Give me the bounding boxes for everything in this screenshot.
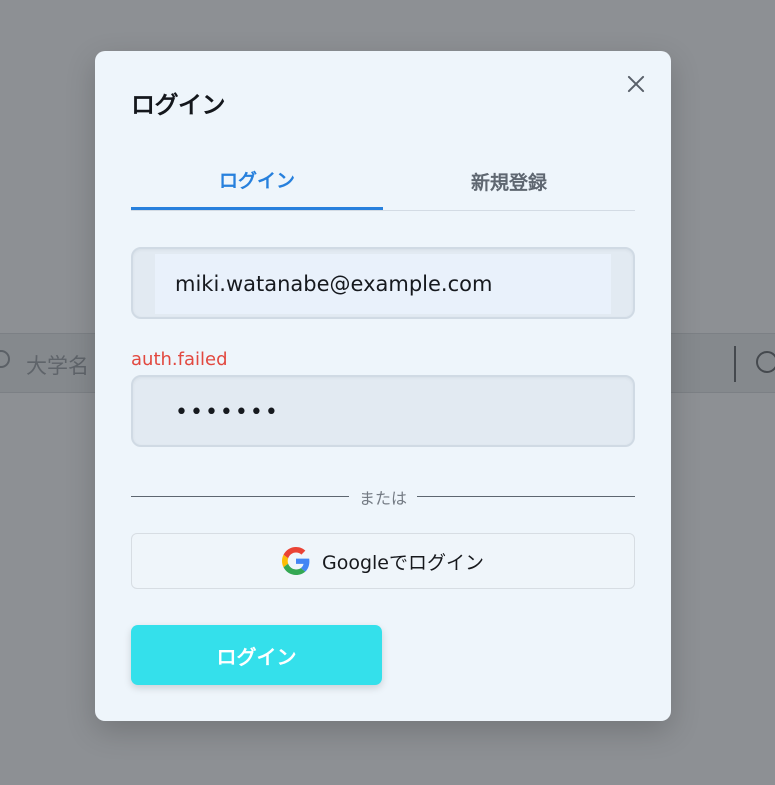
divider-line-right (417, 496, 635, 497)
or-divider: または (131, 485, 635, 509)
or-text: または (358, 489, 407, 508)
google-login-label: Googleでログイン (321, 551, 484, 574)
login-submit-button[interactable]: ログイン (131, 625, 382, 685)
modal-title: ログイン (131, 91, 226, 119)
divider-line-left (131, 496, 349, 497)
password-field[interactable] (155, 382, 611, 442)
close-icon[interactable] (623, 71, 649, 97)
tab-register[interactable]: 新規登録 (383, 151, 635, 211)
email-field[interactable] (155, 254, 611, 314)
google-icon (281, 547, 310, 575)
email-field-wrapper (131, 247, 635, 319)
background-search-icon (756, 351, 775, 373)
background-search-placeholder: 大学名 (26, 354, 89, 378)
login-modal: ログイン ログイン 新規登録 auth.failed または Googleでログ… (95, 51, 671, 721)
error-message: auth.failed (131, 349, 228, 370)
tab-login[interactable]: ログイン (131, 151, 383, 210)
google-login-button[interactable]: Googleでログイン (131, 533, 635, 589)
background-left-icon (0, 350, 10, 368)
password-field-wrapper (131, 375, 635, 447)
auth-tabs: ログイン 新規登録 (131, 151, 635, 211)
background-divider (734, 346, 736, 382)
